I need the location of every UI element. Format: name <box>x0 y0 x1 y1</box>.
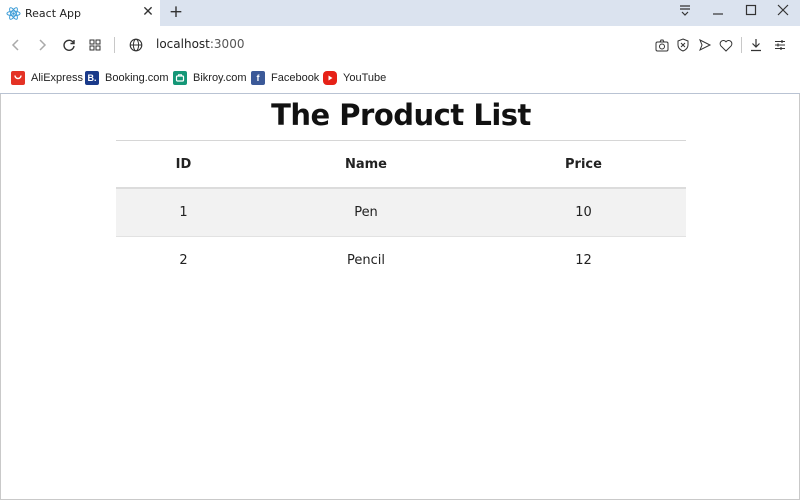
cell-name: Pen <box>251 188 481 237</box>
download-icon[interactable] <box>746 35 766 55</box>
camera-icon[interactable] <box>652 35 672 55</box>
back-icon[interactable] <box>6 35 26 55</box>
forward-icon[interactable] <box>32 35 52 55</box>
table-header-row: ID Name Price <box>116 141 686 189</box>
bookmark-label: Bikroy.com <box>193 72 247 84</box>
booking-icon: B. <box>85 71 99 85</box>
toolbar-separator <box>741 37 742 53</box>
ad-blocker-icon[interactable] <box>673 35 693 55</box>
reload-icon[interactable] <box>59 35 79 55</box>
bookmark-label: Facebook <box>271 72 320 84</box>
url-port: :3000 <box>209 37 245 51</box>
column-header-price: Price <box>481 141 686 189</box>
bookmark-bikroy[interactable]: Bikroy.com <box>173 69 247 87</box>
facebook-icon: f <box>251 71 265 85</box>
bikroy-icon <box>173 71 187 85</box>
url-host: localhost <box>156 37 210 51</box>
cell-id: 2 <box>116 236 251 284</box>
page-viewport: The Product List ID Name Price 1 Pen 10 … <box>0 94 800 500</box>
tab-menu-icon[interactable] <box>670 0 700 20</box>
maximize-icon[interactable] <box>736 0 766 20</box>
cell-name: Pencil <box>251 236 481 284</box>
react-icon <box>5 5 21 21</box>
page-title: The Product List <box>271 98 531 132</box>
toolbar-separator <box>114 37 115 53</box>
bookmark-youtube[interactable]: YouTube <box>323 69 386 87</box>
bookmarks-bar: AliExpress B. Booking.com Bikroy.com f F… <box>0 64 800 92</box>
youtube-icon <box>323 71 337 85</box>
bookmark-facebook[interactable]: f Facebook <box>251 69 319 87</box>
cell-price: 10 <box>481 188 686 237</box>
minimize-icon[interactable] <box>703 0 733 20</box>
settings-sliders-icon[interactable] <box>770 35 790 55</box>
tab-strip: React App ✕ + <box>0 0 800 26</box>
product-table: ID Name Price 1 Pen 10 2 Pencil 12 <box>116 141 686 284</box>
send-icon[interactable] <box>695 35 715 55</box>
speed-dial-icon[interactable] <box>85 35 105 55</box>
tab-react-app[interactable]: React App ✕ <box>0 0 160 26</box>
globe-icon[interactable] <box>126 35 146 55</box>
heart-icon[interactable] <box>716 35 736 55</box>
aliexpress-icon <box>11 71 25 85</box>
close-window-icon[interactable] <box>768 0 798 20</box>
tab-title: React App <box>25 6 82 20</box>
column-header-id: ID <box>116 141 251 189</box>
table-row: 2 Pencil 12 <box>116 236 686 284</box>
cell-id: 1 <box>116 188 251 237</box>
close-tab-icon[interactable]: ✕ <box>141 5 155 19</box>
bookmark-label: Booking.com <box>105 72 169 84</box>
table-row: 1 Pen 10 <box>116 188 686 237</box>
bookmark-label: YouTube <box>343 72 387 84</box>
bookmark-label: AliExpress <box>31 72 83 84</box>
address-field[interactable]: localhost:3000 <box>156 37 244 51</box>
column-header-name: Name <box>251 141 481 189</box>
address-toolbar: localhost:3000 <box>0 26 800 64</box>
cell-price: 12 <box>481 236 686 284</box>
bookmark-aliexpress[interactable]: AliExpress <box>11 69 83 87</box>
new-tab-button[interactable]: + <box>166 2 186 22</box>
bookmark-booking[interactable]: B. Booking.com <box>85 69 169 87</box>
